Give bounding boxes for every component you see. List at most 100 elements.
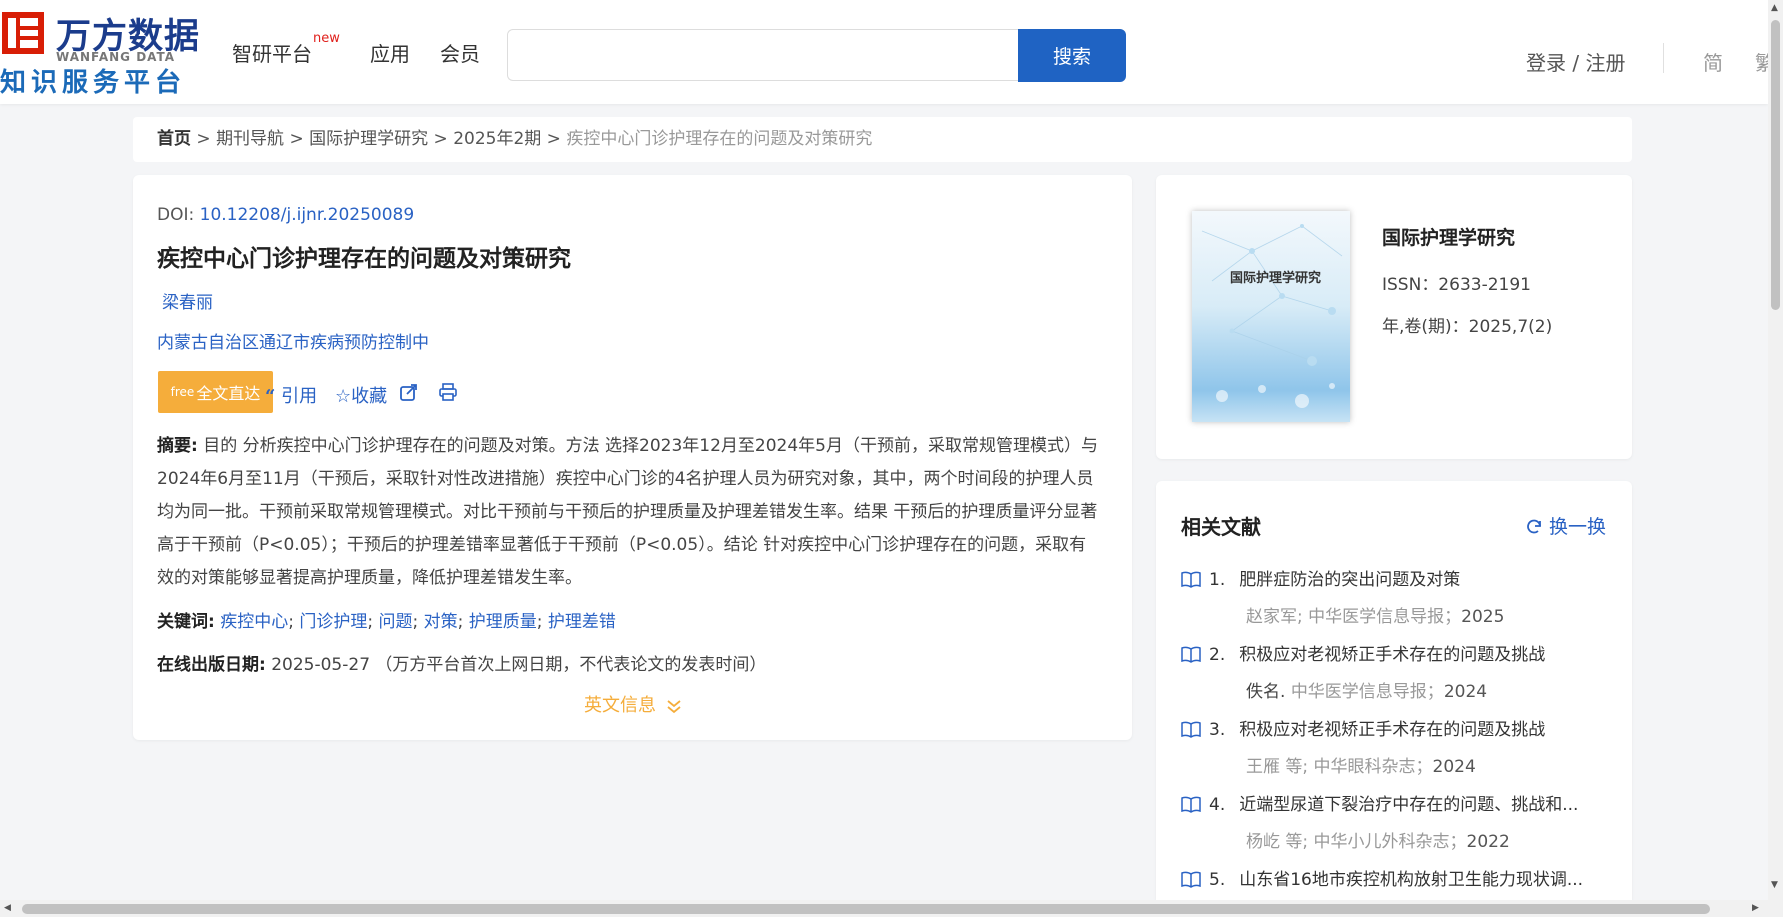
book-icon xyxy=(1181,871,1201,888)
doi-label: DOI: xyxy=(157,205,195,225)
login-register-link[interactable]: 登录 / 注册 xyxy=(1526,47,1625,76)
pubdate-note: （万方平台首次上网日期，不代表论文的发表时间） xyxy=(375,655,767,675)
author-link[interactable]: 梁春丽 xyxy=(162,288,213,313)
abstract-label: 摘要: xyxy=(157,436,198,456)
breadcrumb-journal[interactable]: 国际护理学研究 xyxy=(309,129,428,149)
journal-name[interactable]: 国际护理学研究 xyxy=(1382,223,1515,250)
related-number: 2. xyxy=(1209,645,1226,665)
print-button[interactable] xyxy=(438,382,458,404)
journal-volume: 年,卷(期)：2025,7(2) xyxy=(1382,317,1553,337)
breadcrumb-home[interactable]: 首页 xyxy=(157,129,191,149)
refresh-icon xyxy=(1527,519,1541,534)
keyword-link[interactable]: 对策 xyxy=(424,612,458,632)
horizontal-scrollbar[interactable]: ◀ ▶ xyxy=(0,900,1768,917)
abstract: 摘要: 目的 分析疾控中心门诊护理存在的问题及对策。方法 选择2023年12月至… xyxy=(157,430,1102,595)
related-source[interactable]: 中华眼科杂志； xyxy=(1314,757,1433,777)
fulltext-button[interactable]: free 全文直达 xyxy=(158,371,273,413)
keywords-line: 关键词: 疾控中心; 门诊护理; 问题; 对策; 护理质量; 护理差错 xyxy=(157,612,616,632)
related-title: 肥胖症防治的突出问题及对策 xyxy=(1239,570,1461,590)
related-authors[interactable]: 佚名. xyxy=(1246,682,1285,702)
breadcrumb-separator: > xyxy=(284,129,310,149)
related-year: 2022 xyxy=(1466,832,1510,852)
search-button[interactable]: 搜索 xyxy=(1018,29,1126,82)
cover-network-pattern xyxy=(1201,224,1343,408)
share-button[interactable] xyxy=(399,382,419,404)
related-source[interactable]: 中华医学信息导报； xyxy=(1308,607,1461,627)
breadcrumb-issue[interactable]: 2025年2期 xyxy=(453,129,541,149)
related-authors[interactable]: 赵家军; xyxy=(1246,607,1303,627)
related-year: 2025 xyxy=(1461,607,1505,627)
related-number: 3. xyxy=(1209,720,1226,740)
related-title-link[interactable]: 4. 近端型尿道下裂治疗中存在的问题、挑战和... xyxy=(1181,790,1578,815)
quote-icon: “ xyxy=(265,386,276,407)
journal-card: 国际护理学研究 国际护理学研究 ISSN：2633-2191 年,卷(期)：20… xyxy=(1156,175,1632,459)
vertical-scrollbar[interactable]: ▲ ▼ xyxy=(1768,0,1783,917)
scroll-right-arrow-icon[interactable]: ▶ xyxy=(1752,903,1759,913)
organization-link[interactable]: 内蒙古自治区通辽市疾病预防控制中 xyxy=(157,328,429,353)
keyword-link[interactable]: 护理质量 xyxy=(469,612,537,632)
related-number: 5. xyxy=(1209,870,1226,890)
refresh-label: 换一换 xyxy=(1549,516,1607,538)
keyword-link[interactable]: 疾控中心 xyxy=(220,612,288,632)
horizontal-scroll-thumb[interactable] xyxy=(22,904,1710,914)
nav-member[interactable]: 会员 xyxy=(440,38,480,67)
keywords-label: 关键词: xyxy=(157,612,215,632)
breadcrumb-journal-nav[interactable]: 期刊导航 xyxy=(216,129,284,149)
nav-zhiyan-platform[interactable]: 智研平台 xyxy=(232,38,312,67)
double-chevron-down-icon xyxy=(667,700,681,714)
article-title: 疾控中心门诊护理存在的问题及对策研究 xyxy=(157,246,571,272)
related-source[interactable]: 中华医学信息导报； xyxy=(1291,682,1444,702)
related-title-link[interactable]: 2. 积极应对老视矫正手术存在的问题及挑战 xyxy=(1181,640,1545,665)
breadcrumb-separator: > xyxy=(541,129,567,149)
book-icon xyxy=(1181,721,1201,738)
doi-line: DOI: 10.12208/j.ijnr.20250089 xyxy=(157,205,414,225)
scroll-down-arrow-icon[interactable]: ▼ xyxy=(1771,880,1778,890)
related-meta: 赵家军; 中华医学信息导报；2025 xyxy=(1246,602,1504,627)
new-badge: new xyxy=(313,31,340,46)
book-icon xyxy=(1181,646,1201,663)
scroll-left-arrow-icon[interactable]: ◀ xyxy=(4,903,11,913)
related-meta: 杨屹 等; 中华小儿外科杂志；2022 xyxy=(1246,827,1510,852)
keyword-link[interactable]: 门诊护理 xyxy=(299,612,367,632)
favorite-label: 收藏 xyxy=(351,386,388,407)
doi-link[interactable]: 10.12208/j.ijnr.20250089 xyxy=(200,205,415,225)
nav-app[interactable]: 应用 xyxy=(370,38,410,67)
favorite-button[interactable]: ☆收藏 xyxy=(335,382,387,408)
cite-button[interactable]: “ 引用 xyxy=(265,382,317,408)
related-meta: 佚名. 中华医学信息导报；2024 xyxy=(1246,677,1487,702)
top-header: 万方数据 WANFANG DATA 知识服务平台 智研平台 new 应用 会员 … xyxy=(0,0,1775,104)
keyword-link[interactable]: 护理差错 xyxy=(548,612,616,632)
related-title: 山东省16地市疾控机构放射卫生能力现状调... xyxy=(1239,870,1584,890)
related-title-link[interactable]: 1. 肥胖症防治的突出问题及对策 xyxy=(1181,565,1460,590)
fulltext-button-label: 全文直达 xyxy=(196,384,261,403)
related-title-link[interactable]: 5. 山东省16地市疾控机构放射卫生能力现状调... xyxy=(1181,865,1583,890)
book-icon xyxy=(1181,796,1201,813)
related-title-link[interactable]: 3. 积极应对老视矫正手术存在的问题及挑战 xyxy=(1181,715,1545,740)
related-authors[interactable]: 杨屹 等; xyxy=(1246,832,1308,852)
scroll-up-arrow-icon[interactable]: ▲ xyxy=(1771,3,1778,13)
print-icon xyxy=(439,383,457,401)
related-number: 1. xyxy=(1209,570,1226,590)
related-source[interactable]: 中华小儿外科杂志； xyxy=(1314,832,1467,852)
logo-mark-icon xyxy=(2,12,44,54)
cover-title: 国际护理学研究 xyxy=(1230,271,1322,286)
search-input[interactable] xyxy=(507,29,1019,81)
wanfang-logo[interactable]: 万方数据 WANFANG DATA 知识服务平台 xyxy=(0,8,199,98)
lang-simplified[interactable]: 简 xyxy=(1703,47,1723,76)
pubdate-value: 2025-05-27 xyxy=(271,655,371,675)
related-docs-card: 相关文献 换一换 1. 肥胖症防治的突出问题及对策 赵家军; 中华医学信息导报；2… xyxy=(1156,481,1632,901)
journal-cover[interactable]: 国际护理学研究 xyxy=(1192,211,1350,422)
related-authors[interactable]: 王雁 等; xyxy=(1246,757,1308,777)
vertical-scroll-thumb[interactable] xyxy=(1771,20,1780,310)
related-title: 积极应对老视矫正手术存在的问题及挑战 xyxy=(1239,720,1546,740)
keyword-link[interactable]: 问题 xyxy=(379,612,413,632)
related-title: 近端型尿道下裂治疗中存在的问题、挑战和... xyxy=(1239,795,1579,815)
cite-label: 引用 xyxy=(281,386,318,407)
breadcrumb-separator: > xyxy=(428,129,454,149)
breadcrumb-current: 疾控中心门诊护理存在的问题及对策研究 xyxy=(566,129,873,149)
english-info-toggle[interactable]: 英文信息 xyxy=(584,691,682,717)
journal-issn: ISSN：2633-2191 xyxy=(1382,275,1531,295)
abstract-text: 目的 分析疾控中心门诊护理存在的问题及对策。方法 选择2023年12月至2024… xyxy=(157,436,1098,588)
refresh-button[interactable]: 换一换 xyxy=(1525,512,1606,539)
breadcrumb-separator: > xyxy=(191,129,217,149)
